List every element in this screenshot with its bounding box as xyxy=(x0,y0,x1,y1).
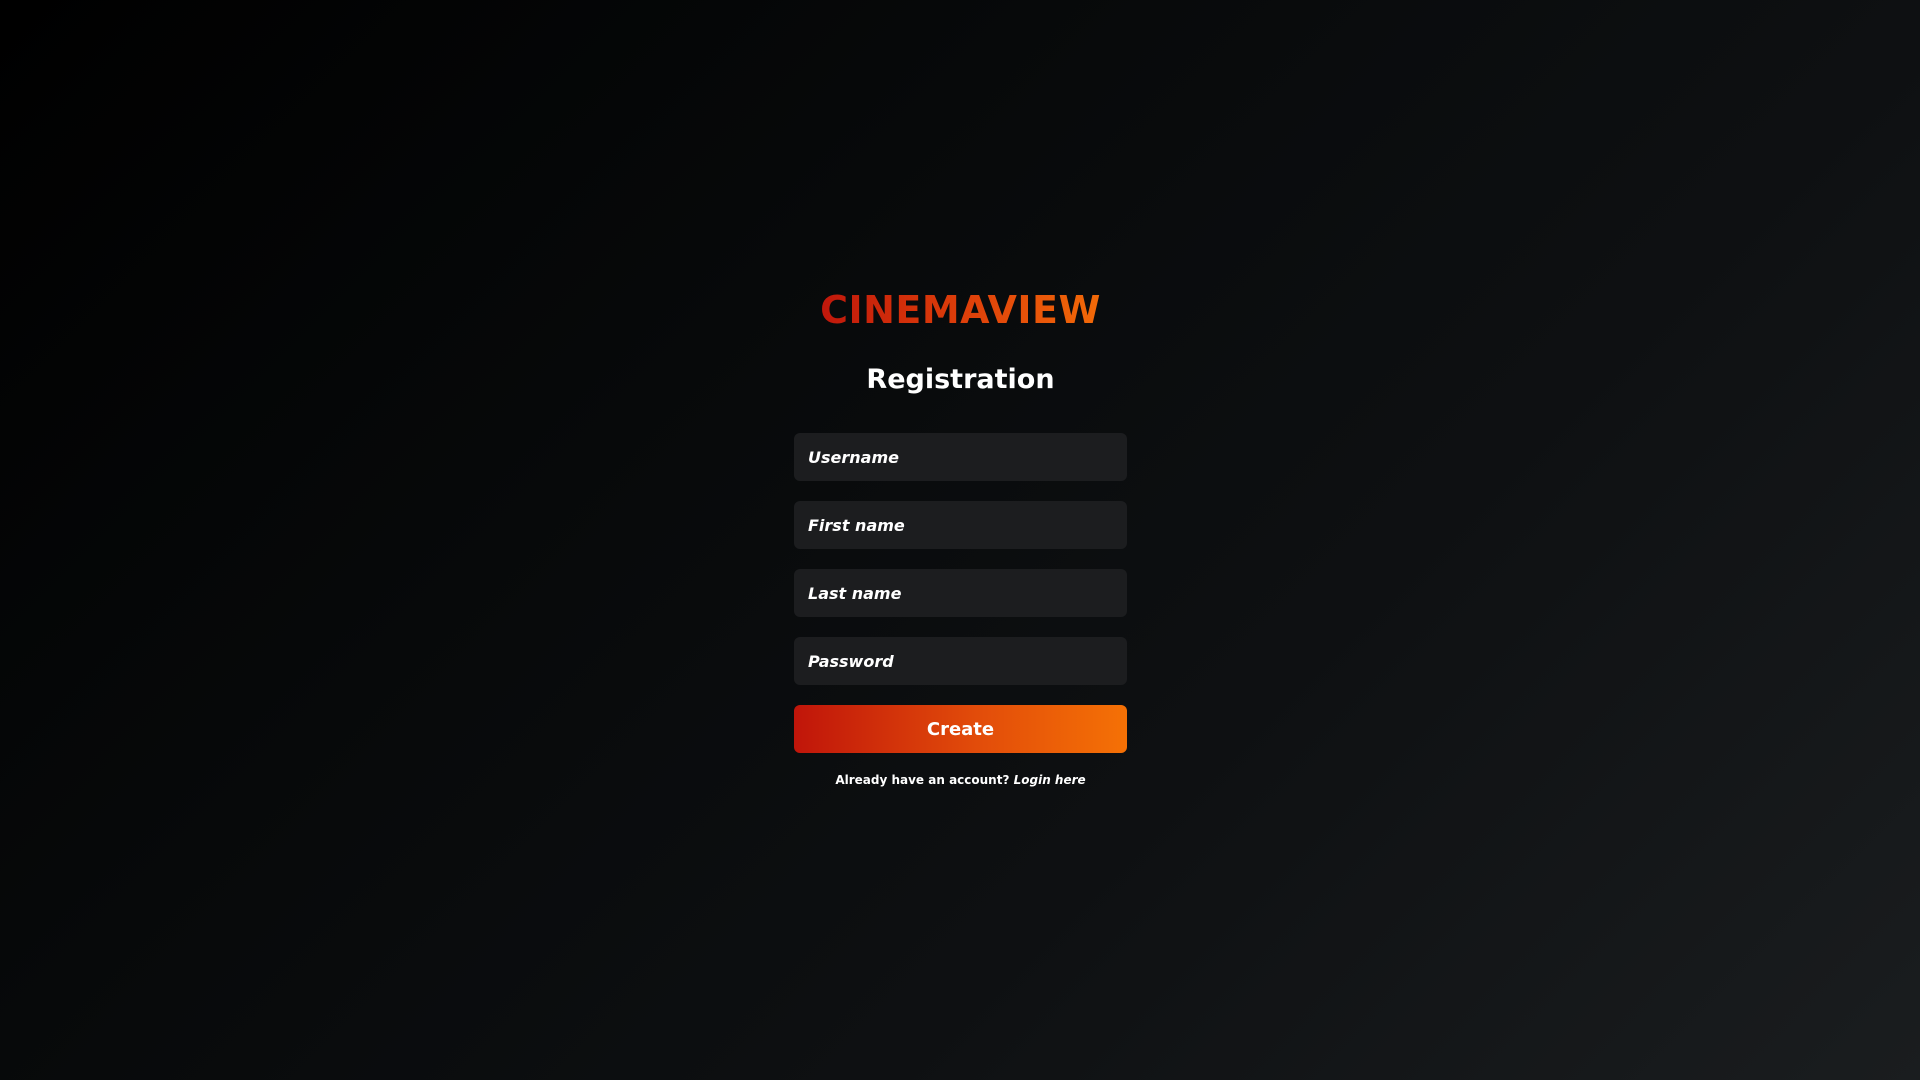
registration-panel: CINEMAVIEW Registration Create Already h… xyxy=(794,283,1127,787)
login-prompt: Already have an account? Login here xyxy=(835,773,1085,787)
brand-logo: CINEMAVIEW xyxy=(820,283,1101,337)
username-input[interactable] xyxy=(794,433,1127,481)
create-button[interactable]: Create xyxy=(794,705,1127,753)
registration-form: Create xyxy=(794,433,1127,753)
last-name-input[interactable] xyxy=(794,569,1127,617)
login-prompt-text: Already have an account? xyxy=(835,773,1010,787)
registration-page: CINEMAVIEW Registration Create Already h… xyxy=(0,0,1920,1080)
login-link[interactable]: Login here xyxy=(1014,773,1086,787)
page-title: Registration xyxy=(866,364,1055,395)
first-name-input[interactable] xyxy=(794,501,1127,549)
password-input[interactable] xyxy=(794,637,1127,685)
